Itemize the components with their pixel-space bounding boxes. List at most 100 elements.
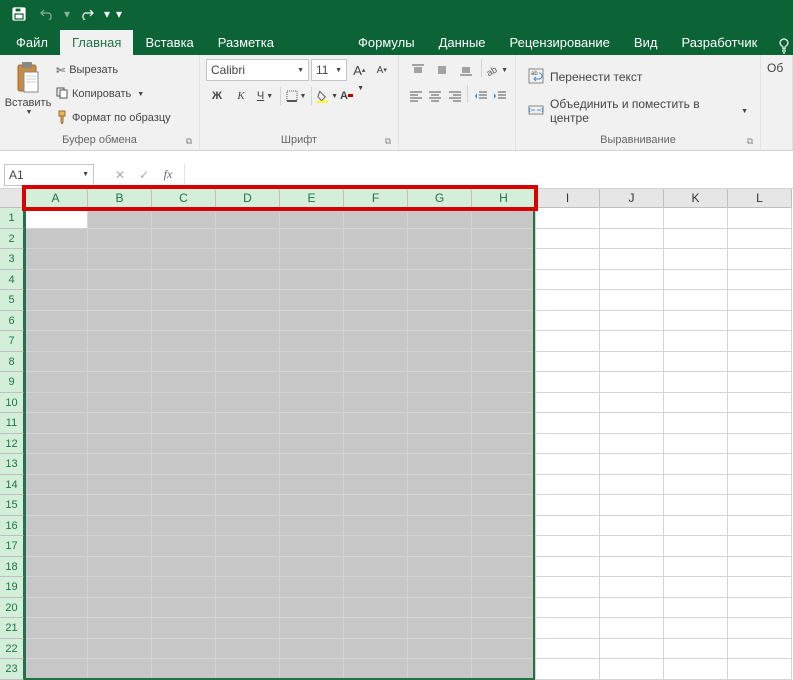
cell-H13[interactable] bbox=[472, 454, 536, 475]
cell-D8[interactable] bbox=[216, 352, 280, 373]
cell-D10[interactable] bbox=[216, 393, 280, 414]
cell-C4[interactable] bbox=[152, 270, 216, 291]
cell-A9[interactable] bbox=[24, 372, 88, 393]
cell-E4[interactable] bbox=[280, 270, 344, 291]
cell-H3[interactable] bbox=[472, 249, 536, 270]
cell-D18[interactable] bbox=[216, 557, 280, 578]
cell-F13[interactable] bbox=[344, 454, 408, 475]
cell-E15[interactable] bbox=[280, 495, 344, 516]
cell-A7[interactable] bbox=[24, 331, 88, 352]
cell-F16[interactable] bbox=[344, 516, 408, 537]
cell-K9[interactable] bbox=[664, 372, 728, 393]
cell-D6[interactable] bbox=[216, 311, 280, 332]
cell-C19[interactable] bbox=[152, 577, 216, 598]
cell-L4[interactable] bbox=[728, 270, 792, 291]
cell-B17[interactable] bbox=[88, 536, 152, 557]
cell-G9[interactable] bbox=[408, 372, 472, 393]
cell-E9[interactable] bbox=[280, 372, 344, 393]
cell-C2[interactable] bbox=[152, 229, 216, 250]
dialog-launcher[interactable]: ⧉ bbox=[183, 133, 195, 145]
cell-A6[interactable] bbox=[24, 311, 88, 332]
cell-I6[interactable] bbox=[536, 311, 600, 332]
cell-L19[interactable] bbox=[728, 577, 792, 598]
cell-I23[interactable] bbox=[536, 659, 600, 680]
cell-H14[interactable] bbox=[472, 475, 536, 496]
cell-B16[interactable] bbox=[88, 516, 152, 537]
copy-button[interactable]: Копировать ▼ bbox=[52, 83, 175, 105]
cell-C1[interactable] bbox=[152, 208, 216, 229]
cell-K3[interactable] bbox=[664, 249, 728, 270]
formula-input[interactable] bbox=[184, 164, 793, 186]
column-header-C[interactable]: C bbox=[152, 189, 216, 208]
cell-A8[interactable] bbox=[24, 352, 88, 373]
cell-B19[interactable] bbox=[88, 577, 152, 598]
cell-J7[interactable] bbox=[600, 331, 664, 352]
name-box[interactable]: A1 ▼ bbox=[4, 164, 94, 186]
cell-G4[interactable] bbox=[408, 270, 472, 291]
cell-J14[interactable] bbox=[600, 475, 664, 496]
cell-F15[interactable] bbox=[344, 495, 408, 516]
cell-J12[interactable] bbox=[600, 434, 664, 455]
align-middle-button[interactable] bbox=[431, 59, 453, 81]
cell-L6[interactable] bbox=[728, 311, 792, 332]
column-header-A[interactable]: A bbox=[24, 189, 88, 208]
cell-H21[interactable] bbox=[472, 618, 536, 639]
cell-C23[interactable] bbox=[152, 659, 216, 680]
cell-E1[interactable] bbox=[280, 208, 344, 229]
tab-home[interactable]: Главная bbox=[60, 30, 133, 55]
cell-G3[interactable] bbox=[408, 249, 472, 270]
cell-I19[interactable] bbox=[536, 577, 600, 598]
cell-A22[interactable] bbox=[24, 639, 88, 660]
cell-E8[interactable] bbox=[280, 352, 344, 373]
cell-G17[interactable] bbox=[408, 536, 472, 557]
cell-A21[interactable] bbox=[24, 618, 88, 639]
cell-I20[interactable] bbox=[536, 598, 600, 619]
cell-A16[interactable] bbox=[24, 516, 88, 537]
row-header-4[interactable]: 4 bbox=[0, 270, 24, 291]
cell-K19[interactable] bbox=[664, 577, 728, 598]
row-header-20[interactable]: 20 bbox=[0, 598, 24, 619]
cell-L13[interactable] bbox=[728, 454, 792, 475]
cell-J8[interactable] bbox=[600, 352, 664, 373]
cell-C14[interactable] bbox=[152, 475, 216, 496]
cell-D1[interactable] bbox=[216, 208, 280, 229]
cell-A2[interactable] bbox=[24, 229, 88, 250]
cell-C17[interactable] bbox=[152, 536, 216, 557]
cell-H1[interactable] bbox=[472, 208, 536, 229]
cell-I12[interactable] bbox=[536, 434, 600, 455]
row-header-3[interactable]: 3 bbox=[0, 249, 24, 270]
cell-K16[interactable] bbox=[664, 516, 728, 537]
cell-H10[interactable] bbox=[472, 393, 536, 414]
cell-J11[interactable] bbox=[600, 413, 664, 434]
cell-F12[interactable] bbox=[344, 434, 408, 455]
cell-F9[interactable] bbox=[344, 372, 408, 393]
cell-A10[interactable] bbox=[24, 393, 88, 414]
cell-J18[interactable] bbox=[600, 557, 664, 578]
column-header-L[interactable]: L bbox=[728, 189, 792, 208]
cell-K22[interactable] bbox=[664, 639, 728, 660]
cell-J13[interactable] bbox=[600, 454, 664, 475]
cell-I1[interactable] bbox=[536, 208, 600, 229]
row-header-21[interactable]: 21 bbox=[0, 618, 24, 639]
decrease-font-button[interactable]: A▾ bbox=[372, 59, 392, 81]
cell-I4[interactable] bbox=[536, 270, 600, 291]
cell-H15[interactable] bbox=[472, 495, 536, 516]
cell-J22[interactable] bbox=[600, 639, 664, 660]
cell-J15[interactable] bbox=[600, 495, 664, 516]
cell-J1[interactable] bbox=[600, 208, 664, 229]
cell-G16[interactable] bbox=[408, 516, 472, 537]
cell-E6[interactable] bbox=[280, 311, 344, 332]
cell-G13[interactable] bbox=[408, 454, 472, 475]
font-size-combo[interactable]: 11 ▼ bbox=[311, 59, 347, 81]
cell-A1[interactable] bbox=[24, 208, 88, 229]
cell-G14[interactable] bbox=[408, 475, 472, 496]
cell-K17[interactable] bbox=[664, 536, 728, 557]
cell-D3[interactable] bbox=[216, 249, 280, 270]
qat-customize[interactable]: ▾ bbox=[114, 2, 124, 26]
cell-B2[interactable] bbox=[88, 229, 152, 250]
cell-H12[interactable] bbox=[472, 434, 536, 455]
cell-C11[interactable] bbox=[152, 413, 216, 434]
row-header-22[interactable]: 22 bbox=[0, 639, 24, 660]
cell-E13[interactable] bbox=[280, 454, 344, 475]
cell-H19[interactable] bbox=[472, 577, 536, 598]
